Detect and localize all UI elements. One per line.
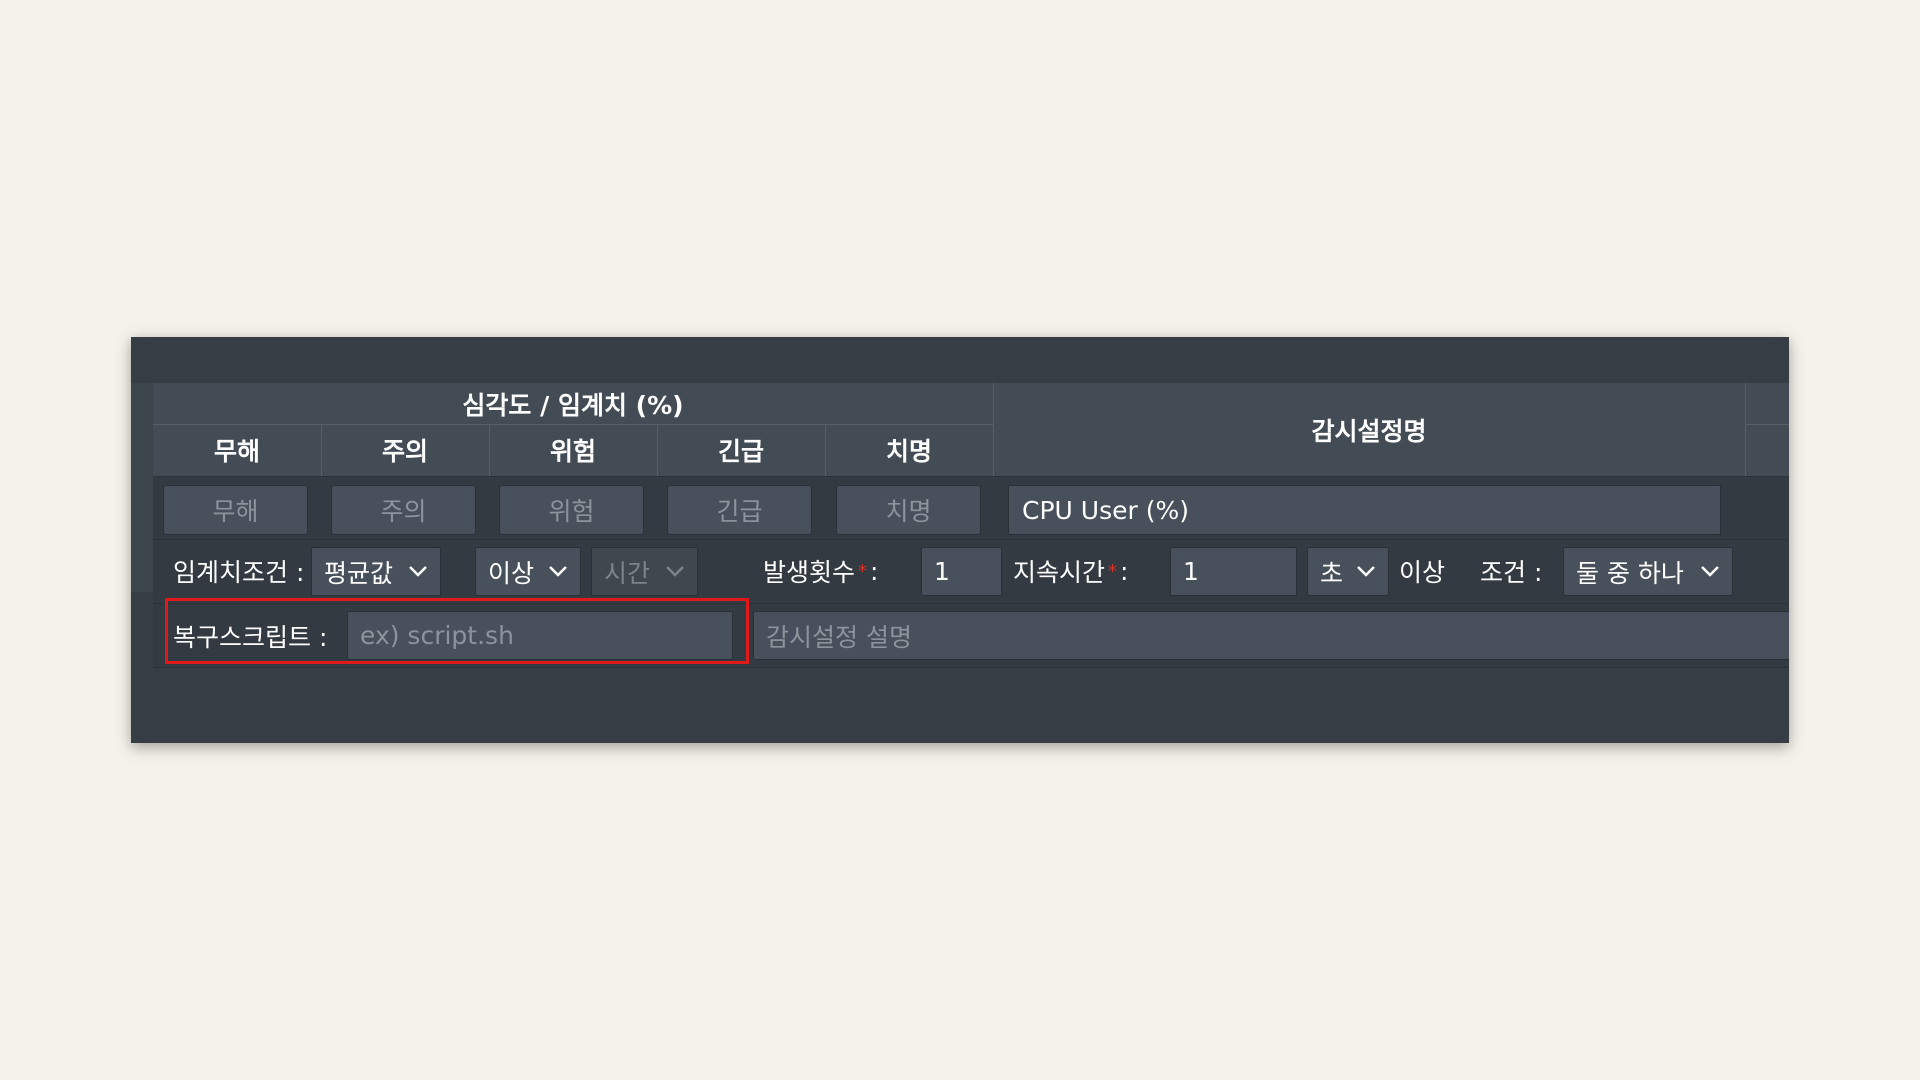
row-gutter <box>131 383 153 592</box>
monitor-settings-panel: 심각도 / 임계치 (%) 무해 주의 위험 긴급 치명 감시설정명 무해 주의… <box>131 337 1789 743</box>
label-colon: : <box>1120 556 1129 586</box>
aggregate-select-value: 평균값 <box>324 558 394 588</box>
chevron-down-icon <box>549 566 567 577</box>
monitor-description-input[interactable]: 감시설정 설명 <box>753 611 1789 660</box>
time-select[interactable]: 시간 <box>591 547 698 596</box>
occurrence-count-label: 발생횟수 *: <box>763 556 879 588</box>
duration-label: 지속시간 *: <box>1013 556 1129 588</box>
threshold-condition-label: 임계치조건 : <box>173 558 305 587</box>
condition-label: 조건 : <box>1480 558 1543 587</box>
compare-select[interactable]: 이상 <box>475 547 581 596</box>
highlight-box <box>165 598 749 664</box>
threshold-input-harmless[interactable]: 무해 <box>163 485 308 535</box>
required-mark: * <box>858 560 868 582</box>
monitor-name-input[interactable]: CPU User (%) <box>1008 485 1721 535</box>
chevron-down-icon <box>666 566 684 577</box>
header-harmless: 무해 <box>213 437 260 466</box>
duration-unit-select[interactable]: 초 <box>1307 547 1389 596</box>
severity-threshold-row: 무해 주의 위험 긴급 치명 CPU User (%) <box>153 477 1789 540</box>
monitor-name-header: 감시설정명 <box>1311 416 1427 446</box>
threshold-input-caution[interactable]: 주의 <box>331 485 476 535</box>
duration-input[interactable]: 1 <box>1170 547 1297 596</box>
threshold-input-fatal[interactable]: 치명 <box>836 485 981 535</box>
duration-unit-value: 초 <box>1320 558 1344 588</box>
header-danger: 위험 <box>549 437 596 466</box>
condition-select-value: 둘 중 하나 <box>1576 558 1684 588</box>
chevron-down-icon <box>409 566 427 577</box>
occurrence-count-input[interactable]: 1 <box>921 547 1002 596</box>
chevron-down-icon <box>1357 566 1375 577</box>
header-fatal: 치명 <box>885 437 932 466</box>
threshold-condition-row: 임계치조건 : 평균값 이상 시간 발생횟수 *: 1 지속시간 *: 1 초 이상… <box>153 540 1789 604</box>
condition-select[interactable]: 둘 중 하나 <box>1563 547 1733 596</box>
table-header: 심각도 / 임계치 (%) 무해 주의 위험 긴급 치명 감시설정명 <box>153 383 1789 477</box>
threshold-input-danger[interactable]: 위험 <box>499 485 644 535</box>
aggregate-select[interactable]: 평균값 <box>311 547 441 596</box>
label-colon: : <box>870 556 879 586</box>
chevron-down-icon <box>1701 566 1719 577</box>
threshold-input-urgent[interactable]: 긴급 <box>667 485 812 535</box>
header-urgent: 긴급 <box>717 437 764 466</box>
required-mark: * <box>1108 560 1118 582</box>
compare-select-value: 이상 <box>488 558 535 588</box>
above-text: 이상 <box>1399 558 1446 587</box>
severity-group-title: 심각도 / 임계치 (%) <box>462 390 684 420</box>
time-select-value: 시간 <box>604 558 651 588</box>
header-caution: 주의 <box>381 437 428 466</box>
